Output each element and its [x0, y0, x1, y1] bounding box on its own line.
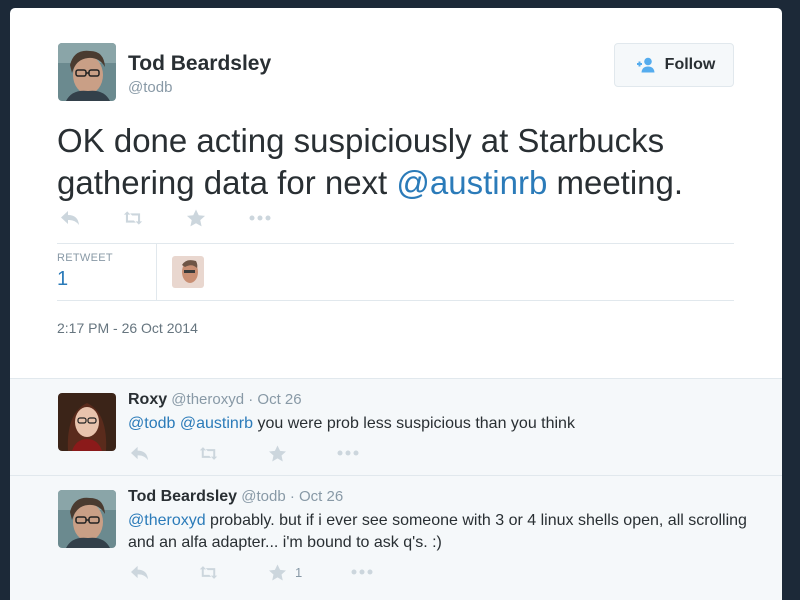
- favorite-count: 1: [295, 564, 303, 580]
- follow-label: Follow: [664, 56, 716, 73]
- more-icon: [337, 450, 359, 456]
- reply-body: probably. but if i ever see someone with…: [128, 512, 747, 551]
- reply-mentions[interactable]: @theroxyd: [128, 512, 206, 529]
- tweet-actions: [60, 208, 312, 228]
- reply-button[interactable]: [130, 562, 199, 582]
- tweet-card: Tod Beardsley @todb Follow OK done actin…: [10, 8, 782, 600]
- favorite-button[interactable]: [268, 443, 337, 463]
- tweet-mention[interactable]: @austinrb: [396, 164, 547, 201]
- reply-button[interactable]: [60, 208, 123, 228]
- follow-button[interactable]: Follow: [614, 43, 734, 87]
- reply-divider: [10, 475, 782, 476]
- tweet-text-end: meeting.: [547, 164, 684, 201]
- stats-top-divider: [57, 243, 734, 244]
- retweeter-avatar[interactable]: [172, 256, 204, 288]
- retweet-icon: [199, 446, 218, 460]
- reply-header: Tod Beardsley @todb · Oct 26: [128, 488, 343, 506]
- reply-dot-separator: ·: [244, 391, 258, 408]
- favorite-icon: [187, 209, 205, 227]
- reply-text: @todb @austinrb you were prob less suspi…: [128, 413, 748, 435]
- retweet-icon: [199, 565, 218, 579]
- reply-text: @theroxyd probably. but if i ever see so…: [128, 510, 748, 554]
- replies-section: Roxy @theroxyd · Oct 26 @todb @austinrb …: [10, 378, 782, 600]
- reply-mentions[interactable]: @todb @austinrb: [128, 415, 253, 432]
- more-icon: [351, 569, 373, 575]
- retweet-button[interactable]: [199, 443, 268, 463]
- author-handle[interactable]: @todb: [128, 79, 172, 96]
- more-button[interactable]: [351, 562, 420, 582]
- favorite-icon: [269, 563, 286, 580]
- reply-body: you were prob less suspicious than you t…: [253, 415, 575, 432]
- retweet-icon: [123, 211, 143, 225]
- reply-header: Roxy @theroxyd · Oct 26: [128, 391, 302, 409]
- reply-actions: 1: [130, 562, 420, 582]
- reply-actions: [130, 443, 406, 463]
- reply-date[interactable]: Oct 26: [299, 488, 343, 505]
- add-user-icon: [636, 57, 655, 73]
- author-name[interactable]: Tod Beardsley: [128, 52, 271, 76]
- main-tweet: Tod Beardsley @todb Follow OK done actin…: [10, 8, 782, 378]
- reply-button[interactable]: [130, 443, 199, 463]
- retweet-button[interactable]: [123, 208, 186, 228]
- more-button[interactable]: [337, 443, 406, 463]
- reply-avatar[interactable]: [58, 490, 116, 548]
- favorite-icon: [269, 444, 286, 461]
- tweet-text: OK done acting suspiciously at Starbucks…: [57, 120, 757, 204]
- reply-icon: [61, 211, 79, 225]
- retweet-button[interactable]: [199, 562, 268, 582]
- tweet-timestamp[interactable]: 2:17 PM - 26 Oct 2014: [57, 320, 198, 336]
- favorite-button[interactable]: 1: [268, 562, 351, 582]
- reply-icon: [131, 565, 148, 579]
- reply-author-handle[interactable]: @theroxyd: [171, 391, 244, 408]
- stats-bottom-divider: [57, 300, 734, 301]
- favorite-button[interactable]: [186, 208, 249, 228]
- reply-author-name[interactable]: Tod Beardsley: [128, 488, 237, 505]
- reply-author-handle[interactable]: @todb: [241, 488, 285, 505]
- stats-separator: [156, 244, 157, 300]
- reply-dot-separator: ·: [285, 488, 300, 505]
- more-icon: [249, 215, 271, 221]
- reply-date[interactable]: Oct 26: [257, 391, 301, 408]
- retweet-stat-count[interactable]: 1: [57, 268, 68, 291]
- retweet-stat-label: RETWEET: [57, 252, 113, 264]
- more-button[interactable]: [249, 208, 312, 228]
- reply-icon: [131, 446, 148, 460]
- reply-avatar[interactable]: [58, 393, 116, 451]
- author-avatar[interactable]: [58, 43, 116, 101]
- reply-author-name[interactable]: Roxy: [128, 391, 167, 408]
